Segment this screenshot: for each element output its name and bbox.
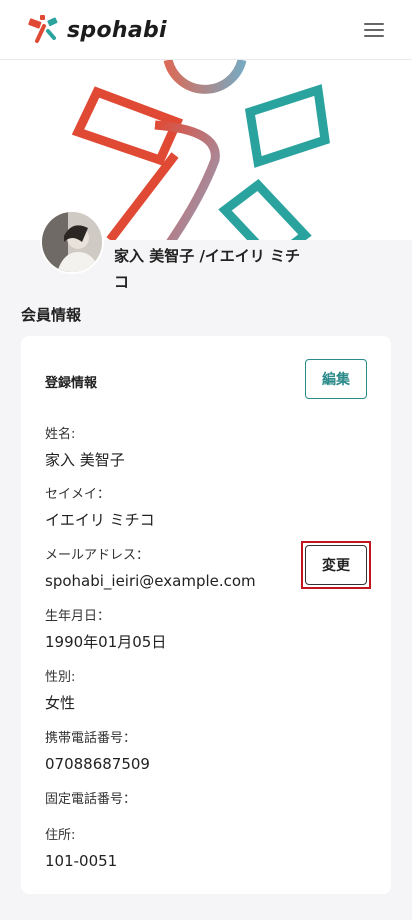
field-value: 女性 <box>45 694 76 712</box>
field-gender: 性別: 女性 <box>45 669 75 713</box>
field-value: イエイリ ミチコ <box>45 511 155 529</box>
profile-summary: 家入 美智子 /イエイリ ミチコ <box>40 210 340 291</box>
field-label: 携帯電話番号： <box>45 731 137 746</box>
field-value: 101-0051 <box>45 852 118 870</box>
profile-name: 家入 美智子 /イエイリ ミチコ <box>114 247 300 291</box>
field-label: 住所: <box>45 828 76 843</box>
field-name: 姓名: 家入 美智子 <box>45 426 125 470</box>
member-info-card: 登録情報 編集 姓名: 家入 美智子 セイメイ： イエイリ ミチコ メールアドレ… <box>21 336 391 894</box>
field-label: セイメイ： <box>45 487 111 502</box>
field-value: 1990年01月05日 <box>45 633 167 651</box>
change-email-button[interactable]: 変更 <box>305 545 367 585</box>
field-label: メールアドレス： <box>45 548 150 563</box>
brand-name: spohabi <box>67 17 167 43</box>
change-email-highlight: 変更 <box>301 541 371 589</box>
section-title: 会員情報 <box>21 306 82 324</box>
brand-logo[interactable]: spohabi <box>27 14 167 46</box>
field-value: 07088687509 <box>45 755 150 773</box>
user-avatar[interactable] <box>40 210 104 274</box>
field-address: 住所: 101-0051 <box>45 827 117 871</box>
field-label: 生年月日： <box>45 609 111 624</box>
field-birthdate: 生年月日： 1990年01月05日 <box>45 608 166 652</box>
field-value: spohabi_ieiri@example.com <box>45 572 256 590</box>
field-label: 性別: <box>45 670 76 685</box>
field-value: 家入 美智子 <box>45 451 125 469</box>
avatar-photo-icon <box>42 212 102 272</box>
edit-button[interactable]: 編集 <box>305 359 367 399</box>
card-title: 登録情報 <box>45 376 98 391</box>
spohabi-logo-icon <box>28 15 58 43</box>
field-label: 姓名: <box>45 427 76 442</box>
field-landline: 固定電話番号： <box>45 791 136 815</box>
field-mobile: 携帯電話番号： 07088687509 <box>45 730 150 774</box>
field-label: 固定電話番号： <box>45 792 137 807</box>
field-kana: セイメイ： イエイリ ミチコ <box>45 486 155 530</box>
field-email: メールアドレス： spohabi_ieiri@example.com <box>45 547 256 591</box>
app-header: spohabi <box>0 0 412 60</box>
hamburger-menu-icon[interactable] <box>364 23 384 39</box>
